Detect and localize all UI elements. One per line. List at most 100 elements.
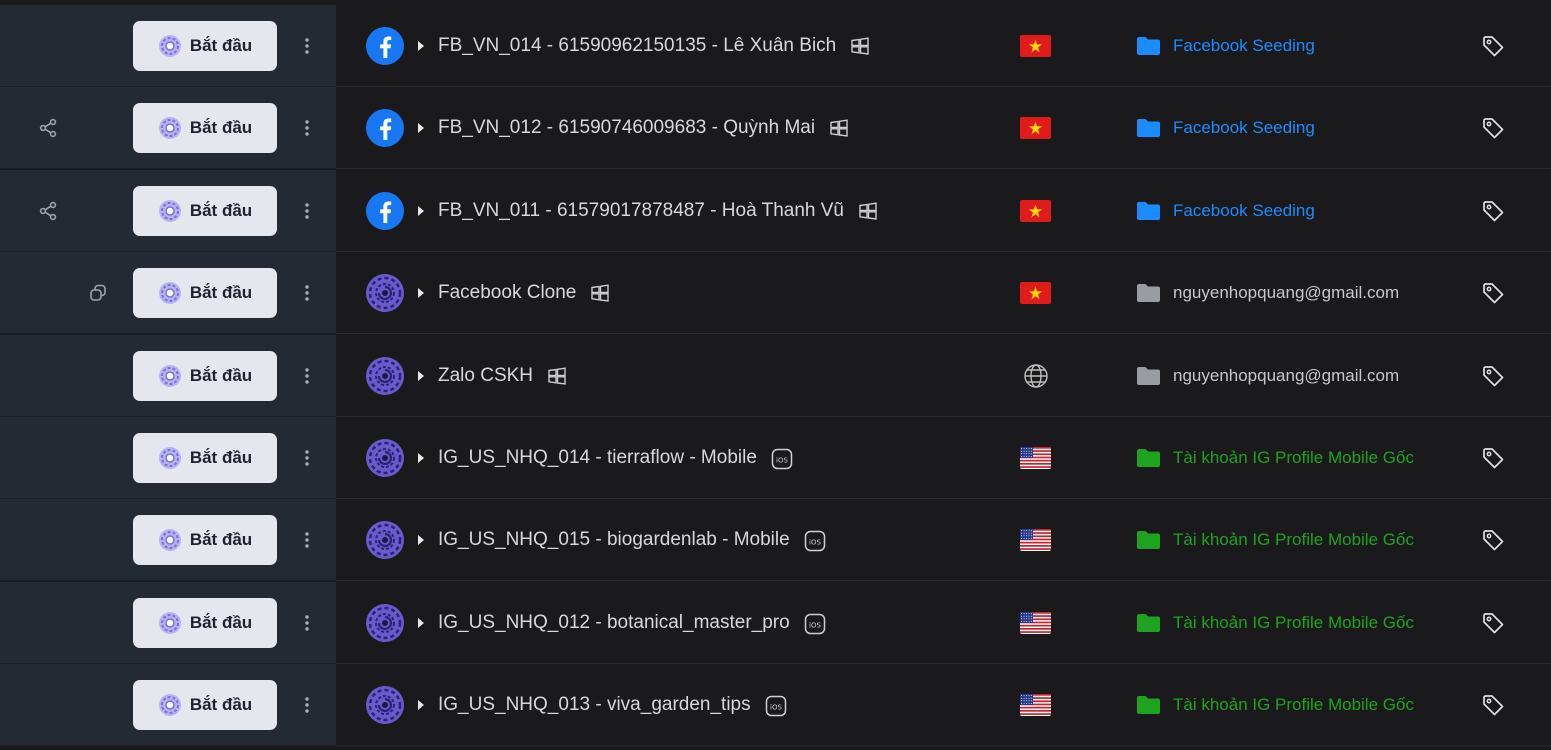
app-logo-icon [158, 446, 182, 470]
app-logo-icon [158, 528, 182, 552]
expand-caret-icon[interactable] [418, 287, 424, 298]
folder-icon [1136, 118, 1161, 138]
profile-name[interactable]: IG_US_NHQ_014 - tierraflow - Mobile [438, 447, 757, 469]
profile-name[interactable]: IG_US_NHQ_015 - biogardenlab - Mobile [438, 529, 790, 551]
tag-icon[interactable] [1481, 528, 1505, 552]
row-actions: Bắt đầu [0, 252, 336, 334]
folder-label[interactable]: nguyenhopquang@gmail.com [1173, 366, 1399, 386]
app-logo-icon [158, 611, 182, 635]
ios-icon: iOS [765, 695, 786, 716]
start-button[interactable]: Bắt đầu [133, 597, 277, 648]
folder-label[interactable]: Facebook Seeding [1173, 201, 1315, 221]
share-icon[interactable] [38, 201, 58, 221]
folder-label[interactable]: nguyenhopquang@gmail.com [1173, 283, 1399, 303]
app-logo-icon [158, 693, 182, 717]
start-button-label: Bắt đầu [189, 117, 253, 137]
profile-row: Bắt đầu IG_US_NHQ_013 - viva_garden_tips i… [0, 664, 1551, 746]
folder-icon [1136, 448, 1161, 468]
tag-icon[interactable] [1481, 34, 1505, 58]
start-button-label: Bắt đầu [189, 694, 253, 714]
usa-flag-icon [1020, 693, 1051, 716]
start-button[interactable]: Bắt đầu [133, 432, 277, 483]
folder-label[interactable]: Facebook Seeding [1173, 36, 1315, 56]
start-button[interactable]: Bắt đầu [133, 350, 277, 401]
tag-icon[interactable] [1481, 446, 1505, 470]
profile-logo-icon [366, 520, 404, 559]
start-button-label: Bắt đầu [189, 365, 253, 385]
profile-name[interactable]: FB_VN_014 - 61590962150135 - Lê Xuân Bic… [438, 35, 836, 57]
expand-caret-icon[interactable] [418, 205, 424, 216]
more-options-icon[interactable] [297, 283, 317, 303]
profile-row: Bắt đầu IG_US_NHQ_014 - tierraflow - Mobi… [0, 417, 1551, 499]
more-options-icon[interactable] [297, 118, 317, 138]
row-actions: Bắt đầu [0, 582, 336, 664]
profile-name[interactable]: IG_US_NHQ_012 - botanical_master_pro [438, 612, 790, 634]
profile-name[interactable]: FB_VN_012 - 61590746009683 - Quỳnh Mai [438, 117, 815, 139]
tag-icon[interactable] [1481, 693, 1505, 717]
start-button[interactable]: Bắt đầu [133, 514, 277, 565]
row-details: IG_US_NHQ_013 - viva_garden_tips iOS Tài k… [336, 664, 1551, 746]
app-logo-icon [158, 199, 182, 223]
profile-name[interactable]: IG_US_NHQ_013 - viva_garden_tips [438, 694, 751, 716]
profile-name[interactable]: Facebook Clone [438, 282, 576, 304]
windows-icon [858, 201, 878, 221]
row-details: IG_US_NHQ_014 - tierraflow - Mobile iOS Tà… [336, 417, 1551, 499]
profile-logo-icon [366, 273, 404, 312]
folder-label[interactable]: Tài khoản IG Profile Mobile Gốc [1173, 613, 1414, 633]
tag-icon[interactable] [1481, 611, 1505, 635]
folder-icon [1136, 366, 1161, 386]
more-options-icon[interactable] [297, 201, 317, 221]
folder-label[interactable]: Tài khoản IG Profile Mobile Gốc [1173, 530, 1414, 550]
more-options-icon[interactable] [297, 613, 317, 633]
tag-icon[interactable] [1481, 281, 1505, 305]
folder-label[interactable]: Tài khoản IG Profile Mobile Gốc [1173, 448, 1414, 468]
more-options-icon[interactable] [297, 36, 317, 56]
start-button-label: Bắt đầu [189, 529, 253, 549]
folder-label[interactable]: Tài khoản IG Profile Mobile Gốc [1173, 695, 1414, 715]
more-options-icon[interactable] [297, 366, 317, 386]
start-button[interactable]: Bắt đầu [133, 679, 277, 730]
more-options-icon[interactable] [297, 530, 317, 550]
expand-caret-icon[interactable] [418, 122, 424, 133]
expand-caret-icon[interactable] [418, 699, 424, 710]
clone-icon[interactable] [88, 283, 108, 303]
profile-row: Bắt đầu FB_VN_012 - 61590746009683 - Quỳn… [0, 87, 1551, 169]
row-details: FB_VN_012 - 61590746009683 - Quỳnh Mai Fa… [336, 87, 1551, 169]
folder-icon [1136, 283, 1161, 303]
folder-icon [1136, 613, 1161, 633]
windows-icon [547, 366, 567, 386]
share-icon[interactable] [38, 118, 58, 138]
row-actions: Bắt đầu [0, 170, 336, 252]
tag-icon[interactable] [1481, 116, 1505, 140]
expand-caret-icon[interactable] [418, 617, 424, 628]
expand-caret-icon[interactable] [418, 452, 424, 463]
folder-icon [1136, 530, 1161, 550]
windows-icon [850, 36, 870, 56]
start-button[interactable]: Bắt đầu [133, 185, 277, 236]
start-button[interactable]: Bắt đầu [133, 267, 277, 318]
ios-icon: iOS [804, 613, 825, 634]
expand-caret-icon[interactable] [418, 40, 424, 51]
profile-row: Bắt đầu FB_VN_011 - 61579017878487 - Hoà … [0, 170, 1551, 252]
row-actions: Bắt đầu [0, 417, 336, 499]
start-button[interactable]: Bắt đầu [133, 20, 277, 71]
ios-icon: iOS [804, 530, 825, 551]
windows-icon [829, 118, 849, 138]
expand-caret-icon[interactable] [418, 370, 424, 381]
row-details: IG_US_NHQ_012 - botanical_master_pro iOS T… [336, 582, 1551, 664]
tag-icon[interactable] [1481, 199, 1505, 223]
profile-name[interactable]: FB_VN_011 - 61579017878487 - Hoà Thanh V… [438, 200, 844, 222]
folder-label[interactable]: Facebook Seeding [1173, 118, 1315, 138]
start-button[interactable]: Bắt đầu [133, 102, 277, 153]
ios-icon: iOS [771, 448, 793, 469]
folder-icon [1136, 36, 1161, 56]
facebook-icon [366, 26, 404, 65]
facebook-icon [366, 108, 404, 147]
profile-name[interactable]: Zalo CSKH [438, 365, 533, 387]
tag-icon[interactable] [1481, 364, 1505, 388]
more-options-icon[interactable] [297, 448, 317, 468]
more-options-icon[interactable] [297, 695, 317, 715]
folder-icon [1136, 695, 1161, 715]
globe-icon [1023, 363, 1049, 389]
expand-caret-icon[interactable] [418, 534, 424, 545]
